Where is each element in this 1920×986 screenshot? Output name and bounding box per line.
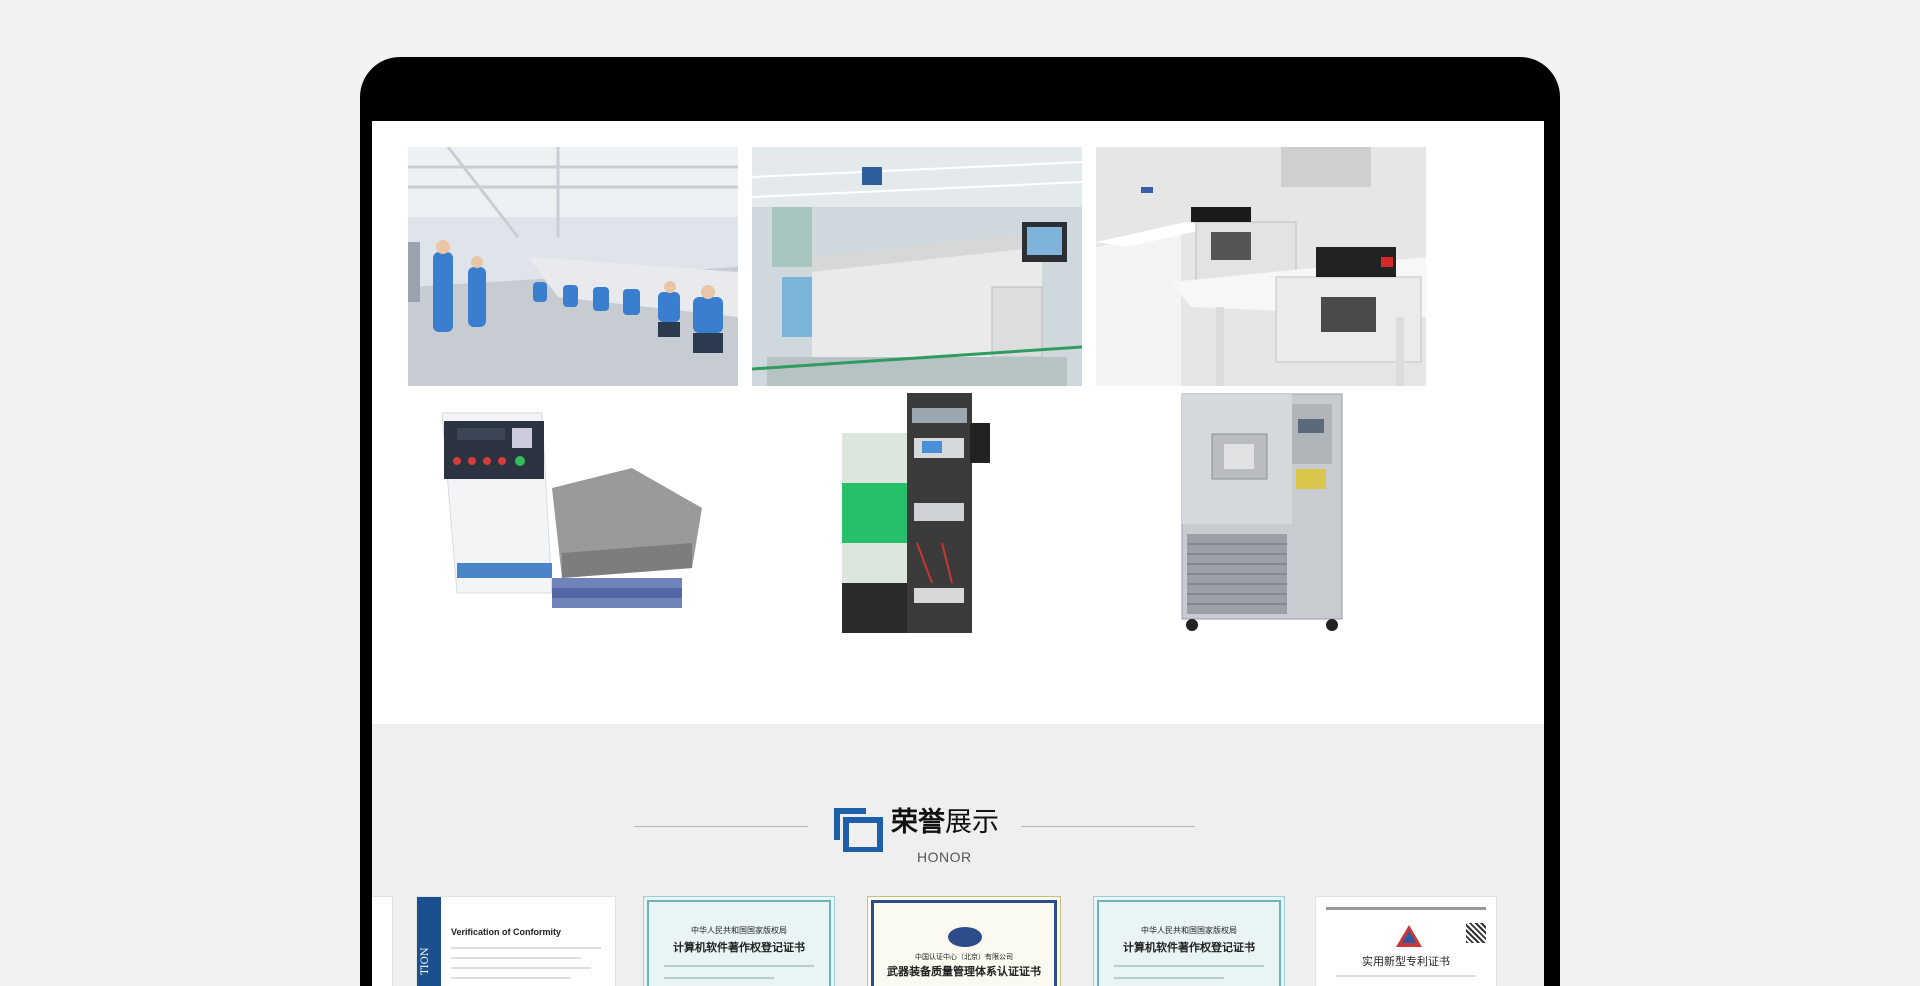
cert-title: 武器装备质量管理体系认证证书 <box>887 965 1041 978</box>
honor-heading: 荣誉展示 <box>891 805 999 841</box>
cert-text-line <box>451 967 591 969</box>
cert-issuer: 中国认证中心（北京）有限公司 <box>915 953 1013 961</box>
page-screen: 荣誉展示 HONOR TION Verification of Conformi… <box>372 121 1544 986</box>
cert-heading: Verification of Conformity <box>451 927 562 937</box>
cert-text-line <box>451 957 581 959</box>
honor-section: 荣誉展示 HONOR TION Verification of Conformi… <box>372 724 1544 986</box>
qr-code-icon <box>1466 923 1486 943</box>
patent-logo-icon <box>1396 925 1422 947</box>
device-frame: 荣誉展示 HONOR TION Verification of Conformi… <box>360 57 1560 986</box>
reflow-oven-photo <box>752 147 1082 386</box>
test-instruments-photo <box>1096 147 1426 386</box>
certificate-card[interactable]: 中华人民共和国国家版权局 计算机软件著作权登记证书 <box>1094 897 1284 986</box>
certificate-card[interactable]: 中国认证中心（北京）有限公司 武器装备质量管理体系认证证书 <box>868 897 1060 986</box>
cert-title: 计算机软件著作权登记证书 <box>673 941 805 954</box>
cert-text-line <box>664 977 774 979</box>
certificate-card[interactable]: TION Verification of Conformity <box>417 897 615 986</box>
cert-text-line <box>451 947 601 949</box>
honor-heading-bold: 荣誉 <box>891 807 945 838</box>
cert-issuer: 中华人民共和国国家版权局 <box>691 926 787 935</box>
certificate-card[interactable]: 中华人民共和国国家版权局 计算机软件著作权登记证书 <box>644 897 834 986</box>
cert-text-line <box>664 965 814 967</box>
title-divider-right <box>1021 826 1195 827</box>
honor-title: 荣誉展示 HONOR <box>372 805 1544 865</box>
cert-title: 实用新型专利证书 <box>1362 955 1450 968</box>
cert-seal-icon <box>948 927 982 947</box>
vibration-test-bench-photo <box>432 393 722 613</box>
title-divider-left <box>634 826 808 827</box>
cert-text-line <box>1336 975 1476 977</box>
certificate-card[interactable]: 实用新型专利证书 <box>1316 897 1496 986</box>
certificate-card-partial[interactable] <box>372 897 392 986</box>
production-workshop-photo <box>408 147 738 386</box>
cert-ornament <box>1326 907 1486 910</box>
honor-heading-light: 展示 <box>945 807 999 838</box>
environmental-chamber-photo <box>1172 389 1352 635</box>
honor-squares-icon <box>834 808 883 852</box>
test-system-rack-photo <box>842 393 992 633</box>
cert-text-line <box>451 977 571 979</box>
honor-subtitle: HONOR <box>917 849 972 865</box>
cert-text-line <box>1114 965 1264 967</box>
cert-issuer: 中华人民共和国国家版权局 <box>1141 926 1237 935</box>
cert-title: 计算机软件著作权登记证书 <box>1123 941 1255 954</box>
cert-side-text: TION <box>420 947 431 975</box>
cert-text-line <box>1114 977 1224 979</box>
